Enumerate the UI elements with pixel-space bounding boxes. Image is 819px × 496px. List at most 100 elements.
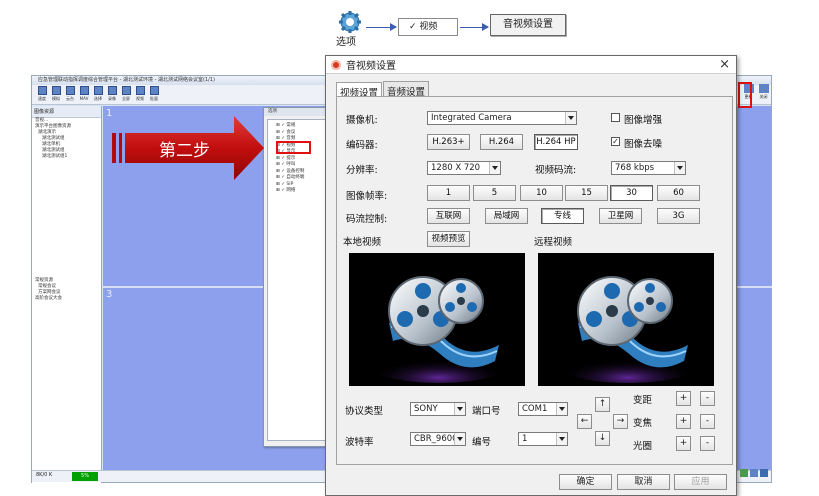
framerate-5-button[interactable]: 5 xyxy=(473,185,516,201)
iris-plus-button[interactable]: + xyxy=(676,436,691,451)
chevron-down-icon xyxy=(674,162,685,174)
av-settings-dialog: 音视频设置 × 视频设置 音频设置 摄像机: Integrated Camera… xyxy=(325,55,737,496)
encoder-label: 编码器: xyxy=(346,140,378,151)
ptz-right-button[interactable]: → xyxy=(613,414,628,429)
toolbar-button[interactable]: 模拟 xyxy=(50,86,62,103)
toolbar-icon xyxy=(121,86,131,95)
tray-icon[interactable] xyxy=(740,469,748,477)
chevron-down-icon xyxy=(556,433,567,445)
bitrate-label: 视频码流: xyxy=(535,165,577,176)
number-label: 编号 xyxy=(472,437,492,448)
toolbar-button[interactable]: 录像 xyxy=(106,86,118,103)
video-settings-panel: 摄像机: Integrated Camera 图像增强 编码器: H.263+ … xyxy=(336,96,733,465)
options-list: ⊞ ✓ 常规 ⊞ ✓ 会议 ⊞ ✓ 音频 ⊞ ✓ 视频 ⊞ ✓ 显示 ⊞ ✓ 提… xyxy=(267,119,327,441)
close-icon[interactable]: × xyxy=(719,57,730,72)
apply-button[interactable]: 应用 xyxy=(674,474,727,490)
stream-3g-button[interactable]: 3G xyxy=(657,208,700,224)
port-label: 端口号 xyxy=(472,406,501,417)
bandwidth-readout: 8K/0 K xyxy=(36,472,53,478)
toolbar-button[interactable]: 视频 xyxy=(134,86,146,103)
zoom-minus-button[interactable]: - xyxy=(700,391,715,406)
framerate-10-button[interactable]: 10 xyxy=(520,185,563,201)
right-corner-icons xyxy=(740,469,768,477)
film-reel-icon xyxy=(558,276,698,383)
toolbar-button[interactable]: 全屏 xyxy=(120,86,132,103)
chevron-down-icon xyxy=(489,162,500,174)
denoise-label: 图像去噪 xyxy=(624,139,663,150)
highlight-box xyxy=(738,82,752,108)
options-item[interactable]: ⊞ ✓ 网络 xyxy=(268,188,326,195)
encoder-h264hp-button[interactable]: H.264 HP xyxy=(534,134,578,150)
cancel-button[interactable]: 取消 xyxy=(617,474,670,490)
toolbar-button[interactable]: 选择 xyxy=(92,86,104,103)
toolbar-button[interactable]: 速度 xyxy=(36,86,48,103)
resolution-select[interactable]: 1280 X 720 xyxy=(427,161,501,175)
toolbar-button[interactable]: 云台 xyxy=(64,86,76,103)
ptz-up-button[interactable]: ↑ xyxy=(595,397,610,412)
resolution-label: 分辨率: xyxy=(346,165,378,176)
resource-panel-toolbar: 图像资源 xyxy=(32,106,101,118)
close-app-button[interactable]: 关闭 xyxy=(757,84,770,100)
iris-label: 光圈 xyxy=(633,441,653,452)
number-select[interactable]: 1 xyxy=(518,432,568,446)
encoder-h263-button[interactable]: H.263+ xyxy=(427,134,470,150)
flow-arrow-1 xyxy=(366,23,397,31)
denoise-checkbox[interactable]: ✓ xyxy=(611,137,620,146)
ptz-down-button[interactable]: ↓ xyxy=(595,431,610,446)
toolbar-button[interactable]: MAV xyxy=(78,86,90,103)
local-video-view xyxy=(349,253,525,386)
zoom-plus-button[interactable]: + xyxy=(676,391,691,406)
encoder-h264-button[interactable]: H.264 xyxy=(480,134,523,150)
focus-plus-button[interactable]: + xyxy=(676,414,691,429)
zoom-label: 变距 xyxy=(633,395,653,406)
protocol-label: 协议类型 xyxy=(345,406,384,417)
baud-label: 波特率 xyxy=(345,437,374,448)
toolbar-icon xyxy=(149,86,159,95)
step-label: 第二步 xyxy=(159,141,210,161)
toolbar-icon xyxy=(37,86,47,95)
ok-button[interactable]: 确定 xyxy=(559,474,612,490)
framerate-30-button[interactable]: 30 xyxy=(610,185,653,201)
resource-panel: 图像资源 音视... 演示平台图像资源 湖北演示 湖北测试组 湖北单机 湖北测试… xyxy=(32,106,102,483)
iris-minus-button[interactable]: - xyxy=(700,436,715,451)
framerate-label: 图像帧率: xyxy=(346,191,388,202)
tree-item[interactable]: 高阶会议大会 xyxy=(32,296,101,302)
bitrate-select[interactable]: 768 kbps xyxy=(611,161,686,175)
remote-video-view xyxy=(538,253,714,386)
toolbar-button[interactable]: 批量 xyxy=(148,86,160,103)
local-video-label: 本地视频 xyxy=(343,237,382,248)
image-enhance-checkbox[interactable] xyxy=(611,113,620,122)
chevron-down-icon xyxy=(454,403,465,415)
toolbar-icon xyxy=(51,86,61,95)
toolbar-icon xyxy=(93,86,103,95)
cpu-percent: 5% xyxy=(72,472,98,481)
toolbar-icon xyxy=(107,86,117,95)
chevron-down-icon xyxy=(454,433,465,445)
stream-dedicated-button[interactable]: 专线 xyxy=(541,208,584,224)
port-select[interactable]: COM1 xyxy=(518,402,568,416)
flow-video-label: 视频 xyxy=(419,22,438,32)
framerate-15-button[interactable]: 15 xyxy=(565,185,608,201)
toolbar-icon xyxy=(135,86,145,95)
stream-lan-button[interactable]: 局域网 xyxy=(485,208,528,224)
close-app-icon xyxy=(758,84,769,93)
tray-icon[interactable] xyxy=(760,469,768,477)
camera-label: 摄像机: xyxy=(346,115,378,126)
baud-select[interactable]: CBR_9600 xyxy=(410,432,466,446)
camera-select[interactable]: Integrated Camera xyxy=(427,111,577,125)
remote-video-label: 远程视频 xyxy=(534,237,573,248)
framerate-60-button[interactable]: 60 xyxy=(657,185,700,201)
stream-satellite-button[interactable]: 卫星网 xyxy=(599,208,642,224)
stream-internet-button[interactable]: 互联网 xyxy=(427,208,470,224)
dialog-titlebar: 音视频设置 xyxy=(326,56,736,74)
video-preview-button[interactable]: 视频预览 xyxy=(427,231,470,247)
toolbar-icon xyxy=(65,86,75,95)
options-dialog: 选项 ⊞ ✓ 常规 ⊞ ✓ 会议 ⊞ ✓ 音频 ⊞ ✓ 视频 ⊞ ✓ 显示 ⊞ … xyxy=(263,107,330,447)
framerate-1-button[interactable]: 1 xyxy=(427,185,470,201)
tray-icon[interactable] xyxy=(750,469,758,477)
ptz-left-button[interactable]: ← xyxy=(577,414,592,429)
focus-minus-button[interactable]: - xyxy=(700,414,715,429)
protocol-select[interactable]: SONY xyxy=(410,402,466,416)
flow-av-settings-button: 音视频设置 xyxy=(490,14,566,36)
image-enhance-label: 图像增强 xyxy=(624,115,663,126)
